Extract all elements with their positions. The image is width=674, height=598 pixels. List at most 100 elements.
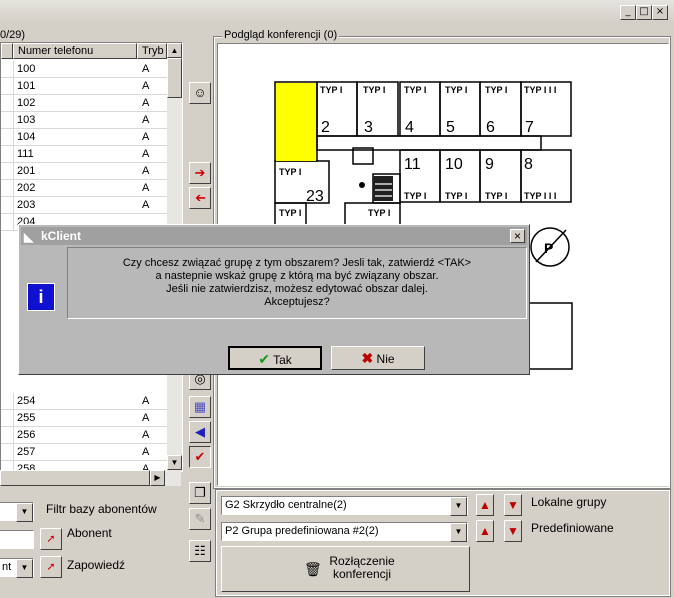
predefined-up-button[interactable]: ▲ [476, 520, 494, 542]
table-row[interactable]: 203 A [1, 197, 167, 214]
scroll-up-button[interactable]: ▲ [167, 43, 182, 58]
plan-label: TYP I [404, 85, 426, 95]
row-marker [1, 163, 14, 179]
arrow-left-icon: ➔ [194, 190, 206, 205]
plan-label: 8 [524, 156, 533, 173]
predefined-group-combo[interactable]: P2 Grupa predefiniowana #2(2) ▼ [221, 522, 468, 542]
scroll-down-button[interactable]: ▼ [167, 455, 182, 470]
close-icon: × [513, 229, 521, 243]
row-marker [1, 427, 14, 443]
plan-label: TYP I [363, 85, 385, 95]
table-row[interactable]: 104 A [1, 129, 167, 146]
phone-number: 100 [17, 63, 36, 75]
phone-mode: A [142, 131, 150, 143]
dialog-close-button[interactable]: × [510, 229, 525, 243]
conference-icon-button[interactable]: ☺ [189, 82, 211, 104]
plan-label: 6 [486, 119, 495, 136]
local-groups-label: Lokalne grupy [531, 495, 607, 509]
add-to-conference-button[interactable]: ➔ [189, 162, 211, 184]
scroll-thumb[interactable] [167, 58, 182, 98]
yes-button[interactable]: ✔ Tak [228, 346, 322, 370]
remove-from-conference-button[interactable]: ➔ [189, 187, 211, 209]
plan-label: TYP I I I [524, 191, 556, 201]
dialog-titlebar: ◣ kClient × [21, 227, 527, 245]
phone-mode: A [142, 114, 150, 126]
arrow-down-icon: ▼ [507, 524, 519, 538]
disconnect-conference-button[interactable]: 🗑 Rozłączenie konferencji [221, 546, 470, 592]
table-row[interactable]: 256 A [1, 427, 167, 444]
predefined-down-button[interactable]: ▼ [504, 520, 522, 542]
plan-label: 2 [321, 119, 330, 136]
row-marker [1, 129, 14, 145]
row-marker [1, 78, 14, 94]
plan-label: 7 [525, 119, 534, 136]
plan-label: 10 [445, 156, 463, 173]
table-row[interactable]: 254 A [1, 393, 167, 410]
dialog-message-line: Akceptujesz? [264, 296, 330, 308]
plan-label: TYP I [320, 85, 342, 95]
confirm-button[interactable]: ✔ [189, 446, 211, 468]
predefined-group-value: P2 Grupa predefiniowana #2(2) [225, 525, 379, 537]
chevron-down-icon[interactable]: ▼ [450, 497, 467, 516]
table-row[interactable]: 101 A [1, 78, 167, 95]
announce-combo[interactable]: nt ▼ [0, 558, 34, 578]
local-group-combo[interactable]: G2 Skrzydło centralne(2) ▼ [221, 496, 468, 516]
plan-label: TYP I [445, 191, 467, 201]
subscriber-field[interactable] [0, 530, 34, 549]
plan-label: 9 [485, 156, 494, 173]
check-icon: ✔ [258, 351, 270, 367]
table-row[interactable]: 201 A [1, 163, 167, 180]
subscriber-pick-button[interactable]: ➚ [40, 528, 62, 550]
filter-combo[interactable]: ▼ [0, 502, 34, 522]
plan-label: 5 [446, 119, 455, 136]
filter-label: Filtr bazy abonentów [46, 502, 157, 516]
back-button[interactable]: ◀ [189, 421, 211, 443]
minimize-button[interactable]: _ [620, 5, 636, 20]
plan-label: TYP I [368, 208, 390, 218]
info-icon: i [27, 283, 55, 311]
close-button[interactable]: × [652, 5, 668, 20]
table-row[interactable]: 202 A [1, 180, 167, 197]
phone-number: 256 [17, 429, 36, 441]
phone-mode: A [142, 199, 150, 211]
chevron-down-icon[interactable]: ▼ [16, 559, 33, 578]
chevron-down-icon[interactable]: ▼ [16, 503, 33, 522]
local-group-down-button[interactable]: ▼ [504, 494, 522, 516]
chart-button[interactable]: ▦ [189, 396, 211, 418]
announce-pick-button[interactable]: ➚ [40, 556, 62, 578]
parking-icon: P [544, 240, 553, 256]
table-row[interactable]: 111 A [1, 146, 167, 163]
row-marker [1, 95, 14, 111]
maximize-button[interactable]: □ [636, 5, 652, 20]
hscroll-thumb[interactable] [0, 470, 150, 486]
plan-label: TYP I [279, 208, 301, 218]
highlighted-area[interactable] [276, 83, 316, 161]
table-row[interactable]: 255 A [1, 410, 167, 427]
chevron-down-icon[interactable]: ▼ [450, 523, 467, 542]
scroll-right-button[interactable]: ▶ [150, 470, 165, 486]
phone-mode: A [142, 148, 150, 160]
table-row[interactable]: 103 A [1, 112, 167, 129]
row-marker [1, 197, 14, 213]
local-group-up-button[interactable]: ▲ [476, 494, 494, 516]
column-header-mode[interactable]: Tryb [137, 43, 167, 59]
plan-label: TYP I [485, 85, 507, 95]
subscriber-label: Abonent [67, 526, 112, 540]
table-row[interactable]: 100 A [1, 61, 167, 78]
table-row[interactable]: 257 A [1, 444, 167, 461]
app-icon: ◣ [24, 230, 34, 244]
no-button[interactable]: ✖ Nie [331, 346, 425, 370]
phone-number: 202 [17, 182, 36, 194]
disconnect-label: Rozłączenie konferencji [329, 554, 395, 581]
dialog-message-line: Jeśli nie zatwierdzisz, możesz edytować … [166, 283, 428, 295]
plan-label: 3 [364, 119, 373, 136]
row-marker [1, 112, 14, 128]
column-header-number[interactable]: Numer telefonu [13, 43, 137, 59]
phone-mode: A [142, 429, 150, 441]
phone-number: 104 [17, 131, 36, 143]
phone-list-hscrollbar[interactable]: ▶ [0, 470, 181, 486]
dialog-message-line: Czy chcesz związać grupę z tym obszarem?… [122, 257, 472, 269]
arrow-diagonal-icon: ➚ [46, 533, 56, 545]
chart-icon: ▦ [193, 399, 207, 414]
table-row[interactable]: 102 A [1, 95, 167, 112]
